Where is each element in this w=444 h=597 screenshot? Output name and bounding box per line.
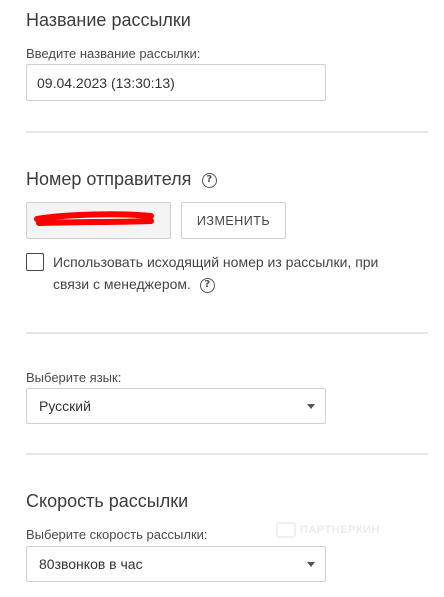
sender-title-row: Номер отправителя ? [26, 168, 217, 190]
use-outgoing-number-checkbox[interactable] [26, 253, 44, 271]
redaction-stroke [34, 211, 154, 226]
watermark: ПАРТНЕРКИН [276, 522, 380, 538]
checkbox-label-line2-row: связи с менеджером. ? [53, 273, 378, 295]
speed-select[interactable]: 80звонков в час [26, 546, 326, 582]
checkbox-label-line1: Использовать исходящий номер из рассылки… [53, 254, 379, 270]
redaction-scribble [34, 211, 154, 226]
watermark-text: ПАРТНЕРКИН [300, 524, 380, 536]
sender-number-field [26, 202, 171, 239]
use-outgoing-number-label: Использовать исходящий номер из рассылки… [53, 251, 378, 295]
language-selected-value: Русский [39, 398, 91, 414]
language-label: Выберите язык: [26, 370, 122, 385]
campaign-name-input[interactable] [26, 64, 326, 101]
caret-down-icon [307, 403, 315, 409]
help-circle-icon[interactable]: ? [199, 277, 215, 293]
language-select[interactable]: Русский [26, 388, 326, 424]
help-circle-icon[interactable]: ? [201, 173, 217, 189]
campaign-name-title: Название рассылки [26, 10, 191, 30]
caret-down-icon [307, 561, 315, 567]
change-sender-button[interactable]: ИЗМЕНИТЬ [181, 202, 286, 239]
checkbox-label-line2: связи с менеджером. [53, 276, 191, 292]
page: Название рассылки Введите название рассы… [0, 0, 444, 597]
watermark-logo-icon [276, 522, 296, 538]
campaign-name-label: Введите название рассылки: [26, 46, 201, 61]
speed-title: Скорость рассылки [26, 491, 189, 511]
divider [26, 131, 428, 133]
sender-title: Номер отправителя [26, 169, 192, 189]
divider [26, 332, 428, 334]
speed-selected-value: 80звонков в час [39, 556, 143, 572]
divider [26, 453, 428, 455]
speed-label: Выберите скорость рассылки: [26, 527, 208, 542]
